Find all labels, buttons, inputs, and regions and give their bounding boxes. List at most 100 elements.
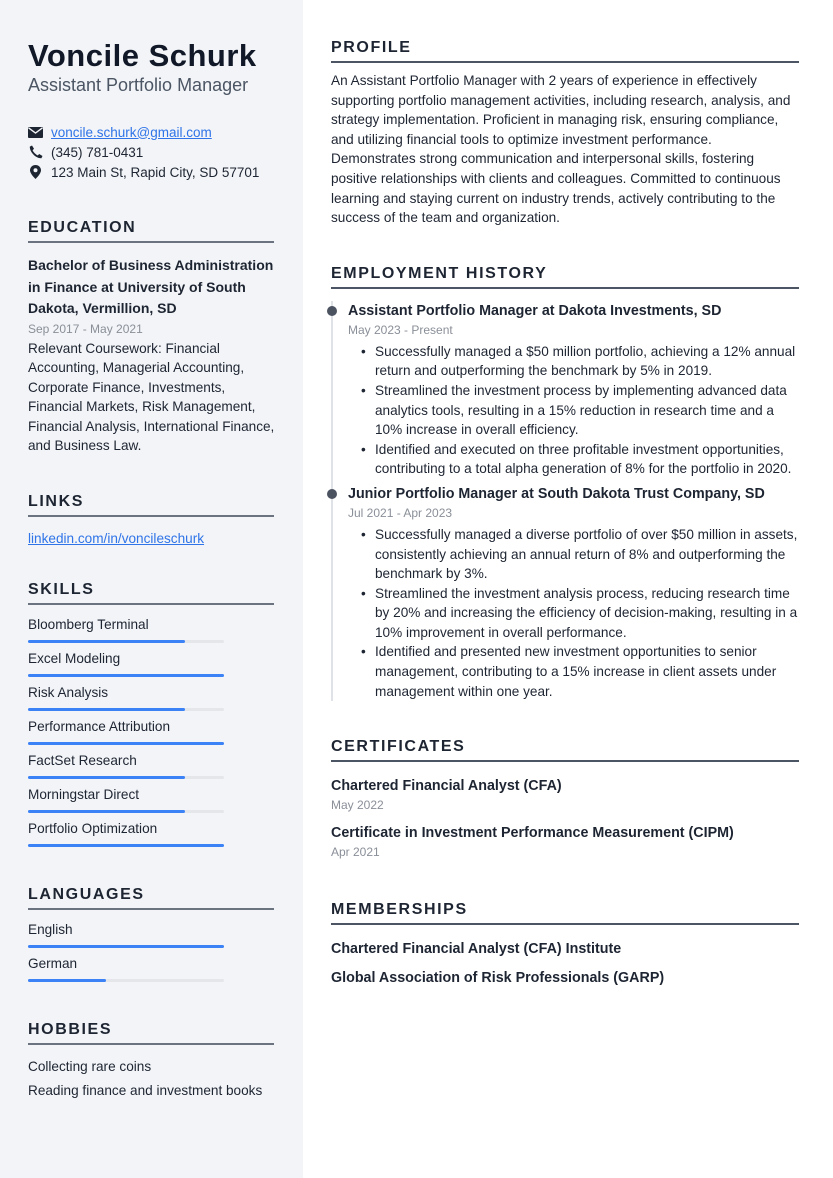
skill-level-fill — [28, 674, 224, 678]
job-bullet: Successfully managed a $50 million portf… — [361, 342, 799, 381]
languages-list: English German — [28, 914, 275, 983]
skill-item: Morningstar Direct — [28, 779, 275, 814]
skill-level-track — [28, 708, 224, 712]
skill-item: Bloomberg Terminal — [28, 609, 275, 644]
languages-section: LANGUAGES English German — [28, 885, 275, 983]
education-dates: Sep 2017 - May 2021 — [28, 321, 143, 336]
education-heading: EDUCATION — [28, 218, 274, 243]
contact-address: 123 Main St, Rapid City, SD 57701 — [28, 162, 275, 182]
language-level-fill — [28, 979, 107, 983]
skill-item: Risk Analysis — [28, 677, 275, 712]
education-section: EDUCATION Bachelor of Business Administr… — [28, 218, 275, 456]
email-link[interactable]: voncile.schurk@gmail.com — [51, 125, 212, 140]
links-section: LINKS linkedin.com/in/voncileschurk — [28, 492, 275, 546]
profile-text: An Assistant Portfolio Manager with 2 ye… — [331, 73, 791, 226]
skill-level-fill — [28, 844, 224, 848]
certificate-name: Chartered Financial Analyst (CFA) — [331, 778, 562, 795]
membership-item: Global Association of Risk Professionals… — [331, 970, 665, 987]
job-bullets: Successfully managed a $50 million portf… — [348, 342, 799, 479]
hobby-item: Collecting rare coins — [28, 1059, 152, 1075]
links-heading: LINKS — [28, 492, 274, 518]
skill-level-fill — [28, 708, 185, 712]
job-bullet: Identified and presented new investment … — [361, 642, 799, 701]
hobby-item: Reading finance and investment books — [28, 1083, 263, 1099]
profile-section: PROFILE An Assistant Portfolio Manager w… — [331, 38, 799, 228]
job-title: Junior Portfolio Manager at South Dakota… — [348, 485, 765, 502]
job-bullet: Identified and executed on three profita… — [361, 440, 799, 479]
certificates-section: CERTIFICATES Chartered Financial Analyst… — [331, 737, 799, 862]
language-level-track — [28, 945, 224, 949]
skill-level-track — [28, 674, 224, 678]
education-degree: Bachelor of Business Administration in F… — [28, 257, 274, 316]
language-label: English — [28, 922, 73, 938]
sidebar: Voncile Schurk Assistant Portfolio Manag… — [0, 0, 303, 1178]
profile-heading: PROFILE — [331, 38, 799, 63]
phone-text: (345) 781-0431 — [51, 144, 144, 160]
skill-label: Performance Attribution — [28, 719, 171, 735]
address-text: 123 Main St, Rapid City, SD 57701 — [51, 164, 260, 180]
language-item: German — [28, 948, 275, 983]
skill-level-track — [28, 742, 224, 746]
skill-item: Performance Attribution — [28, 711, 275, 746]
certificate-date: Apr 2021 — [331, 845, 380, 860]
main-content: PROFILE An Assistant Portfolio Manager w… — [327, 0, 799, 988]
skills-heading: SKILLS — [28, 580, 274, 606]
skill-label: Portfolio Optimization — [28, 821, 158, 837]
certificate-date: May 2022 — [331, 798, 384, 813]
language-label: German — [28, 956, 78, 972]
languages-heading: LANGUAGES — [28, 885, 274, 911]
skill-level-fill — [28, 810, 185, 814]
linkedin-link[interactable]: linkedin.com/in/voncileschurk — [28, 531, 275, 546]
certificates-heading: CERTIFICATES — [331, 737, 799, 763]
job-bullets: Successfully managed a diverse portfolio… — [348, 525, 799, 701]
candidate-title: Assistant Portfolio Manager — [28, 75, 249, 95]
contact-list: voncile.schurk@gmail.com (345) 781-0431 … — [28, 122, 275, 182]
job-entry: Junior Portfolio Manager at South Dakota… — [327, 484, 799, 701]
employment-heading: EMPLOYMENT HISTORY — [331, 264, 799, 289]
certificate-name: Certificate in Investment Performance Me… — [331, 825, 734, 842]
job-dates: Jul 2021 - Apr 2023 — [348, 505, 453, 520]
language-level-track — [28, 979, 224, 983]
skill-item: Portfolio Optimization — [28, 813, 275, 848]
hobbies-section: HOBBIES Collecting rare coins Reading fi… — [28, 1020, 275, 1103]
skill-level-track — [28, 844, 224, 848]
employment-section: EMPLOYMENT HISTORY Assistant Portfolio M… — [327, 264, 799, 702]
language-level-fill — [28, 945, 224, 949]
contact-phone: (345) 781-0431 — [28, 142, 275, 162]
employment-timeline: Assistant Portfolio Manager at Dakota In… — [327, 300, 799, 702]
education-description: Relevant Coursework: Financial Accountin… — [28, 340, 275, 454]
map-pin-icon — [28, 165, 43, 179]
skill-item: Excel Modeling — [28, 643, 275, 678]
skills-section: SKILLS Bloomberg Terminal Excel Modeling R… — [28, 580, 275, 848]
job-entry: Assistant Portfolio Manager at Dakota In… — [327, 301, 799, 479]
skill-label: Morningstar Direct — [28, 787, 140, 803]
job-bullet: Successfully managed a diverse portfolio… — [361, 525, 799, 584]
envelope-icon — [28, 125, 43, 139]
skill-level-track — [28, 776, 224, 780]
candidate-name: Voncile Schurk — [28, 38, 257, 73]
memberships-section: MEMBERSHIPS Chartered Financial Analyst … — [331, 900, 799, 988]
skill-level-fill — [28, 776, 185, 780]
skill-label: Bloomberg Terminal — [28, 617, 149, 633]
skill-label: FactSet Research — [28, 753, 137, 769]
language-item: English — [28, 914, 275, 949]
skills-list: Bloomberg Terminal Excel Modeling Risk Ana… — [28, 609, 275, 848]
skill-label: Risk Analysis — [28, 685, 109, 701]
timeline-dot-icon — [327, 488, 337, 499]
hobbies-heading: HOBBIES — [28, 1020, 274, 1046]
job-bullet: Streamlined the investment analysis proc… — [361, 584, 799, 643]
skill-level-track — [28, 640, 224, 644]
contact-email: voncile.schurk@gmail.com — [28, 122, 275, 142]
skill-item: FactSet Research — [28, 745, 275, 780]
skill-label: Excel Modeling — [28, 651, 121, 667]
membership-item: Chartered Financial Analyst (CFA) Instit… — [331, 941, 622, 958]
timeline-dot-icon — [327, 305, 337, 316]
job-title: Assistant Portfolio Manager at Dakota In… — [348, 302, 722, 319]
phone-icon — [28, 145, 43, 159]
skill-level-fill — [28, 742, 224, 746]
job-bullet: Streamlined the investment process by im… — [361, 381, 799, 440]
skill-level-track — [28, 810, 224, 814]
job-dates: May 2023 - Present — [348, 322, 453, 337]
memberships-heading: MEMBERSHIPS — [331, 900, 799, 926]
skill-level-fill — [28, 640, 185, 644]
